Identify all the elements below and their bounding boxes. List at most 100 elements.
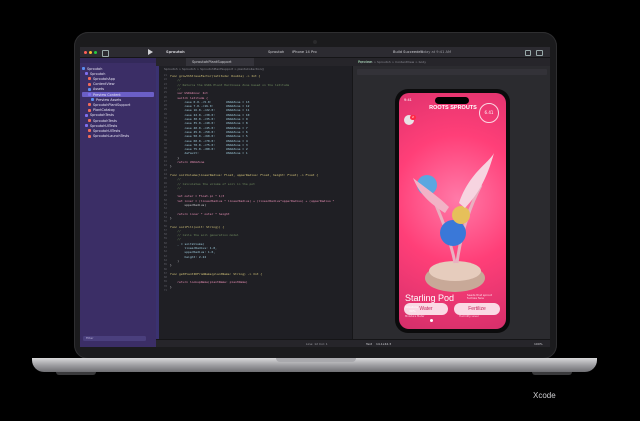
notification-badge: 2: [410, 115, 416, 120]
line-number: 21: [163, 74, 167, 77]
line-number: 43: [163, 168, 167, 172]
code-line[interactable]: upperRadius): [170, 203, 206, 207]
code-line[interactable]: return USDAZone: [170, 160, 204, 164]
laptop-foot-right: [532, 372, 572, 375]
line-number: 41: [163, 160, 167, 163]
code-line[interactable]: }: [170, 164, 172, 168]
pink-fan-leaf: [459, 153, 494, 208]
navigator-filter-field[interactable]: Filter: [83, 336, 146, 341]
code-line[interactable]: //: [170, 186, 181, 190]
temperature-dial[interactable]: 6.41: [479, 103, 499, 123]
fertilize-button-label: Fertilize: [468, 306, 486, 312]
line-number: 40: [163, 155, 167, 159]
code-line[interactable]: return lookupName(plantName: plantName): [170, 280, 247, 284]
phone-screen: 9:41 ROOTS SPROUTS 6.41 2 Starling Pod S…: [399, 93, 506, 329]
water-button-label: Water: [419, 306, 433, 312]
inspector-toggle-icon[interactable]: [536, 50, 543, 56]
line-number: 58: [163, 233, 167, 237]
run-icon[interactable]: [148, 49, 153, 55]
xcode-window: Sproutoh Sproutoh iPhone 14 Pro Build Su…: [80, 47, 550, 347]
stat-right-label: Humidity Level: [459, 315, 479, 318]
pot-rim: [429, 261, 481, 281]
laptop-foot-left: [56, 372, 96, 375]
stat-left-label: Moisture Meter: [405, 315, 425, 318]
line-number: 37: [163, 142, 167, 146]
line-number: 23: [163, 82, 167, 86]
line-number: 39: [163, 151, 167, 155]
line-number: 30: [163, 112, 167, 116]
library-icon[interactable]: [525, 50, 531, 56]
file-icon: [85, 113, 88, 117]
file-icon: [88, 77, 91, 81]
line-number: 36: [163, 138, 167, 142]
editor-breadcrumb[interactable]: Sproutoh > Sproutoh > SproutohPlantSuppo…: [164, 67, 264, 71]
code-line[interactable]: func soilVolume(linearRadius: Float, upp…: [170, 173, 318, 177]
line-number: 42: [163, 164, 167, 168]
water-drop-icon: [430, 319, 433, 322]
line-number: 53: [163, 211, 167, 215]
plant-description: Seeds that sprout fuchsia fans: [467, 293, 492, 301]
sidebar-toggle-icon[interactable]: [102, 49, 109, 57]
line-number: 67: [163, 271, 167, 275]
line-number: 33: [163, 125, 167, 129]
line-number: 35: [163, 134, 167, 138]
line-number: 52: [163, 207, 167, 211]
line-number: 69: [163, 280, 167, 284]
code-line[interactable]: }: [170, 263, 172, 267]
preview-controls[interactable]: [357, 69, 547, 75]
file-icon: [88, 82, 91, 86]
line-number: 55: [163, 220, 167, 224]
code-line[interactable]: }: [170, 285, 172, 289]
water-button[interactable]: Water: [404, 303, 448, 315]
code-line[interactable]: }: [170, 216, 172, 220]
line-number: 71: [163, 289, 167, 292]
minimize-button[interactable]: [89, 50, 92, 54]
navigator-item-label: Sproutoh: [90, 71, 106, 76]
navigator-item-label: SproutohLaunchTests: [93, 134, 130, 139]
file-icon: [88, 108, 91, 112]
line-number: 50: [163, 198, 167, 202]
zoom-level[interactable]: 100%: [534, 342, 543, 346]
build-status-time: Today at 9:41 AM: [420, 50, 452, 54]
file-icon: [85, 124, 88, 128]
file-icon: [88, 119, 91, 122]
build-status: Build Succeeded: [393, 50, 423, 54]
line-number: 61: [163, 246, 167, 249]
scheme-selector[interactable]: Sproutoh: [268, 50, 284, 54]
file-icon: [88, 87, 91, 91]
plant-name: Starling Pod: [405, 293, 455, 303]
navigator-item[interactable]: SproutohLaunchTests: [88, 134, 129, 139]
code-line[interactable]: // Calculates the volume of soil in the …: [170, 182, 255, 186]
line-number: 32: [163, 121, 167, 125]
code-line[interactable]: // Returns the USDA Plant Hardiness Zone…: [170, 83, 289, 87]
yellow-bloom: [452, 206, 470, 224]
navigator-tabs[interactable]: [80, 58, 156, 63]
canvas-breadcrumb-text[interactable]: Sproutoh > Sproutoh > ContentView > body: [359, 60, 426, 64]
code-editor[interactable]: Sproutoh > Sproutoh > SproutohPlantSuppo…: [156, 66, 352, 347]
line-number: 29: [163, 108, 167, 112]
navigator-item-label: Sproutoh: [87, 66, 103, 71]
tab-sproutoh-plant-support[interactable]: SproutohPlantSupport: [186, 58, 254, 66]
line-number: 34: [163, 129, 167, 133]
line-number: 38: [163, 147, 167, 151]
device-selector[interactable]: iPhone 14 Pro: [292, 50, 317, 54]
line-number: 24: [163, 86, 167, 90]
close-button[interactable]: [84, 50, 87, 54]
line-number: 25: [163, 91, 167, 95]
line-number: 56: [163, 224, 167, 228]
code-line[interactable]: return inner * outer * height: [170, 212, 229, 216]
line-number: 65: [163, 263, 167, 267]
text-size-label: Text: [366, 342, 373, 346]
navigator-item-label: SproutohApp: [93, 76, 116, 81]
code-line[interactable]: func getPlantIDFromName(plantName: Strin…: [170, 272, 262, 276]
code-line[interactable]: default: USDAZone = 1: [170, 151, 247, 155]
line-number: 48: [163, 190, 167, 194]
code-line[interactable]: func growthStressFactor(latitude: Double…: [170, 74, 260, 78]
fertilize-button[interactable]: Fertilize: [454, 303, 500, 315]
zoom-button[interactable]: [94, 50, 97, 54]
app-logo: ROOTS SPROUTS: [429, 105, 477, 111]
line-number: 62: [163, 250, 167, 254]
file-icon: [91, 98, 94, 102]
line-number: 27: [163, 99, 167, 103]
line-number: 66: [163, 267, 167, 271]
